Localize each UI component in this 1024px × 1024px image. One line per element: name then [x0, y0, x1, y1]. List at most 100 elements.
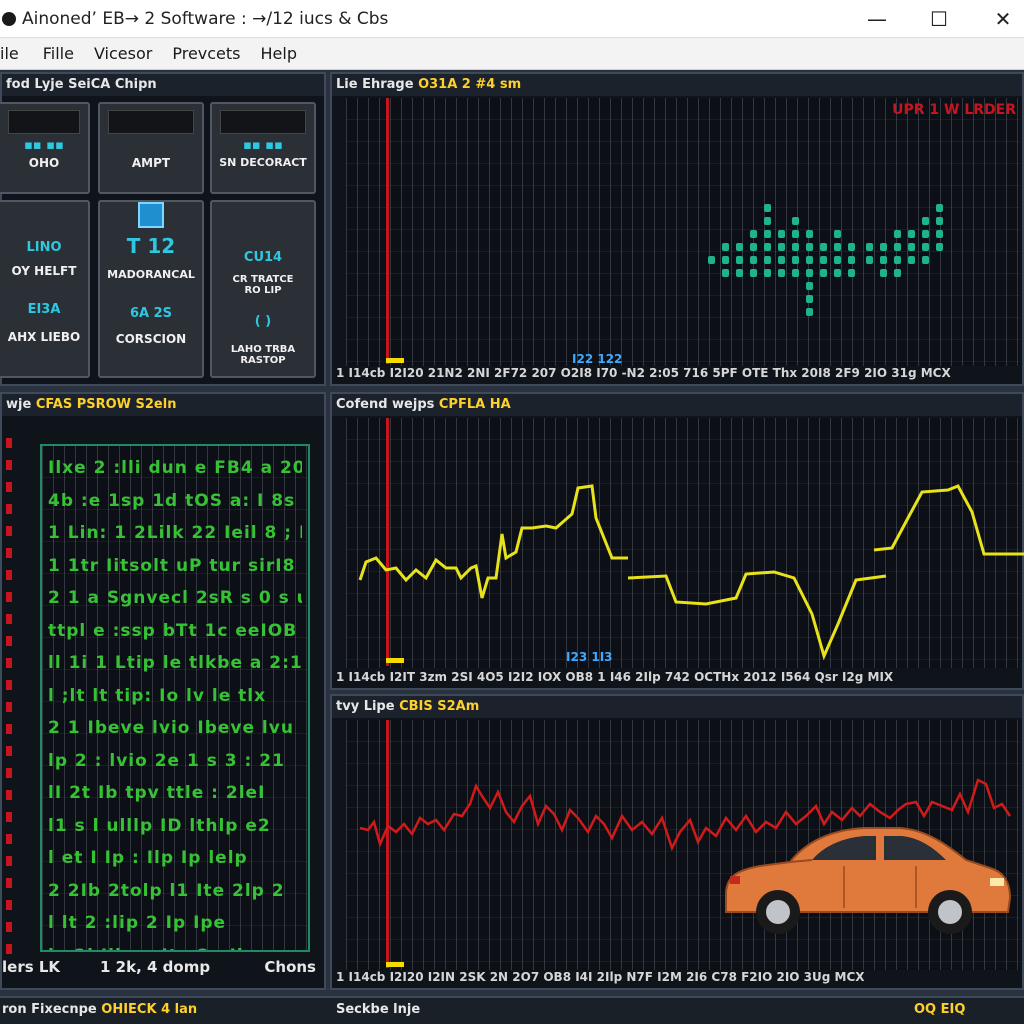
lcd-display — [220, 110, 306, 134]
data-log-line: 4b :e 1sp 1d tOS a: I 8s — [48, 490, 296, 511]
signal-dot — [764, 256, 771, 264]
sensor-button-decoract[interactable]: ▪▪ ▪▪ SN DECORACT — [210, 102, 316, 194]
close-button[interactable]: ✕ — [972, 0, 1024, 38]
signal-dot — [834, 269, 841, 277]
chart-2-line-segment — [873, 484, 1024, 556]
signal-dot — [834, 243, 841, 251]
signal-dot — [750, 230, 757, 238]
red-tick — [6, 724, 12, 734]
chart-2-line-segment — [627, 570, 887, 661]
signal-dot — [778, 269, 785, 277]
car-image — [725, 827, 1012, 934]
red-tick — [6, 856, 12, 866]
red-tick — [6, 900, 12, 910]
signal-dot — [820, 243, 827, 251]
chart-2-title: Cofend wejps CPFLA HA — [332, 394, 1022, 416]
sensor-button-oho[interactable]: ▪▪ ▪▪ OHO — [0, 102, 90, 194]
signal-dot — [820, 269, 827, 277]
signal-dot — [792, 256, 799, 264]
sensor-label: AHX LIEBO — [7, 330, 81, 344]
signal-dot — [922, 243, 929, 251]
red-tick — [6, 460, 12, 470]
signal-dot — [922, 230, 929, 238]
chart-1-dot-pattern — [708, 204, 943, 316]
menu-item-file-partial[interactable]: ile — [0, 44, 19, 63]
bottom-bar-left-text: ron Fixecnpe — [2, 1002, 97, 1017]
signal-dot — [806, 230, 813, 238]
sensor-button-madorancal[interactable]: T 12 MADORANCAL 6A 2S CORSCION — [98, 200, 204, 378]
signal-dot — [806, 243, 813, 251]
data-log-line: l1 s l ulllp ID lthlp e2 — [48, 815, 271, 836]
signal-dot — [866, 256, 873, 264]
minimize-button[interactable]: — — [846, 0, 908, 38]
sensor-label: OY HELFT — [11, 264, 77, 278]
sensor-label: LAHO TRBA RASTOP — [230, 344, 296, 366]
signal-dot — [894, 269, 901, 277]
signal-dot — [894, 230, 901, 238]
bottom-bar-left-accent: OHIECK 4 lan — [101, 1002, 198, 1017]
signal-dot — [880, 243, 887, 251]
chart-1-plot-area: UPR 1 W LRDER I22 122 — [346, 98, 1020, 366]
sensor-button-oy-helft[interactable]: LINO OY HELFT EI3A AHX LIEBO — [0, 200, 90, 378]
red-tick — [6, 548, 12, 558]
chart-panel-3: tvy Lipe CBIS S2Am 1 I14cb I2I20 I2IN 2S… — [330, 694, 1024, 990]
signal-dot — [894, 243, 901, 251]
signal-dot — [792, 243, 799, 251]
data-log-line: 2 2Ib 2tolp l1 Ite 2lp 2 — [48, 880, 285, 901]
data-log-line: l lt 2 :lip 2 Ip Ipe — [48, 913, 227, 933]
maximize-button[interactable]: ☐ — [908, 0, 970, 38]
sensor-label: SN DECORACT — [219, 156, 307, 169]
chart-2-title-text: Cofend wejps — [336, 397, 435, 412]
lcd-display — [108, 110, 194, 134]
red-tick — [6, 834, 12, 844]
red-tick — [6, 482, 12, 492]
menu-item-view[interactable]: Vicesor — [94, 44, 152, 63]
signal-dot — [792, 230, 799, 238]
menu-item-file[interactable]: Fille — [43, 44, 74, 63]
signal-dot — [880, 256, 887, 264]
sensor-readout: CU14 — [243, 250, 283, 265]
chart-3-title-accent: CBIS S2Am — [399, 699, 480, 714]
data-log[interactable]: Ilxe 2 :lli dun e FB4 a 20 4b :e 1sp 1d t… — [40, 444, 310, 952]
chart-1-title-accent: O31A 2 #4 sm — [418, 77, 522, 92]
menu-item-projects[interactable]: Prevcets — [172, 44, 240, 63]
sensor-readout: ▪▪ ▪▪ — [24, 138, 64, 153]
signal-dot — [806, 282, 813, 290]
signal-dot — [922, 256, 929, 264]
data-panel-title-accent: CFAS PSROW S2eln — [35, 397, 177, 412]
signal-dot — [936, 217, 943, 225]
red-tick — [6, 746, 12, 756]
signal-dot — [708, 256, 715, 264]
data-panel-red-ticks — [6, 438, 12, 954]
sensor-readout: ▪▪ ▪▪ — [243, 138, 283, 153]
signal-dot — [936, 230, 943, 238]
signal-dot — [922, 217, 929, 225]
data-log-line: lp 2 : lvio 2e 1 s 3 : 21 — [48, 750, 285, 771]
signal-dot — [722, 269, 729, 277]
menu-item-help[interactable]: Help — [261, 44, 297, 63]
footer-mid: 1 2k, 4 domp — [100, 958, 211, 976]
signal-dot — [820, 256, 827, 264]
red-tick — [6, 878, 12, 888]
signal-dot — [848, 256, 855, 264]
data-log-line: 2 1 Ibeve lvio Ibeve lvu — [48, 718, 294, 738]
signal-dot — [764, 243, 771, 251]
sensor-button-rastop[interactable]: CU14 CR TRATCE RO LIP ( ) LAHO TRBA RAST… — [210, 200, 316, 378]
data-log-lines: Ilxe 2 :lli dun e FB4 a 20 4b :e 1sp 1d t… — [48, 452, 302, 950]
footer-left: lers LK — [2, 958, 61, 976]
chart-3-title: tvy Lipe CBIS S2Am — [332, 696, 1022, 718]
signal-dot — [806, 269, 813, 277]
sensor-panel: fod Lyje SeiCA Chipn ▪▪ ▪▪ OHO AMPT ▪▪ ▪… — [0, 72, 326, 386]
sensor-readout: ( ) — [254, 314, 272, 329]
signal-dot — [750, 256, 757, 264]
sensor-label: AMPT — [131, 156, 171, 170]
signal-dot — [722, 243, 729, 251]
sensor-button-ampt[interactable]: AMPT — [98, 102, 204, 194]
data-panel-title-text: wje — [6, 397, 32, 412]
data-log-line: 1 1tr Iitsolt uP tur sirI8 — [48, 555, 296, 576]
signal-dot — [880, 269, 887, 277]
chart-2-trace — [358, 484, 1024, 661]
bottom-bar-left: ron Fixecnpe OHIECK 4 lan — [2, 1002, 197, 1017]
menu-bar: ile Fille Vicesor Prevcets Help — [0, 38, 1024, 70]
red-tick — [6, 504, 12, 514]
